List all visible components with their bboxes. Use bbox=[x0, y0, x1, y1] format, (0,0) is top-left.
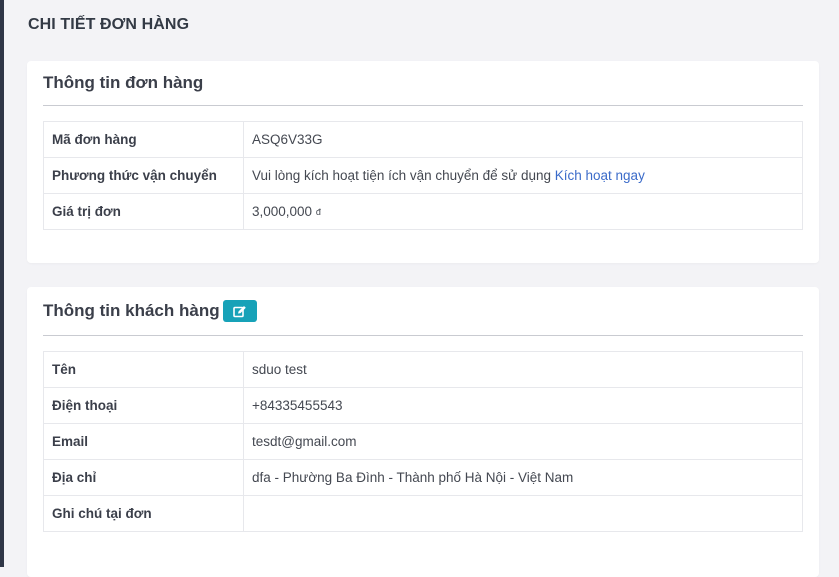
table-row: Email tesdt@gmail.com bbox=[43, 423, 803, 460]
order-info-table: Mã đơn hàng ASQ6V33G Phương thức vận chu… bbox=[43, 121, 803, 230]
customer-name-label: Tên bbox=[43, 351, 244, 388]
table-row: Địa chỉ dfa - Phường Ba Đình - Thành phố… bbox=[43, 459, 803, 496]
customer-info-title: Thông tin khách hàng bbox=[43, 301, 220, 320]
order-info-card: Thông tin đơn hàng Mã đơn hàng ASQ6V33G … bbox=[27, 61, 819, 263]
shipping-method-cell: Vui lòng kích hoạt tiện ích vận chuyển đ… bbox=[243, 157, 803, 194]
table-row: Ghi chú tại đơn bbox=[43, 495, 803, 532]
order-value-label: Giá trị đơn bbox=[43, 193, 244, 230]
order-code-value: ASQ6V33G bbox=[243, 121, 803, 158]
customer-info-header: Thông tin khách hàng bbox=[43, 287, 803, 336]
table-row: Giá trị đơn 3,000,000 đ bbox=[43, 193, 803, 230]
order-note-label: Ghi chú tại đơn bbox=[43, 495, 244, 532]
order-note-value bbox=[243, 495, 803, 532]
email-label: Email bbox=[43, 423, 244, 460]
table-row: Mã đơn hàng ASQ6V33G bbox=[43, 121, 803, 158]
sidebar-edge bbox=[0, 0, 4, 567]
order-info-header: Thông tin đơn hàng bbox=[43, 61, 803, 106]
shipping-method-label: Phương thức vận chuyển bbox=[43, 157, 244, 194]
customer-name-value: sduo test bbox=[243, 351, 803, 388]
table-row: Điện thoại +84335455543 bbox=[43, 387, 803, 424]
customer-info-card: Thông tin khách hàng Tên sduo test Điện … bbox=[27, 287, 819, 577]
phone-value: +84335455543 bbox=[243, 387, 803, 424]
shipping-method-value: Vui lòng kích hoạt tiện ích vận chuyển đ… bbox=[252, 168, 551, 183]
order-code-label: Mã đơn hàng bbox=[43, 121, 244, 158]
address-label: Địa chỉ bbox=[43, 459, 244, 496]
order-value-amount: 3,000,000 bbox=[252, 204, 313, 219]
page-title: CHI TIẾT ĐƠN HÀNG bbox=[28, 16, 190, 33]
address-value: dfa - Phường Ba Đình - Thành phố Hà Nội … bbox=[243, 459, 803, 496]
edit-customer-button[interactable] bbox=[222, 300, 257, 322]
table-row: Phương thức vận chuyển Vui lòng kích hoạ… bbox=[43, 157, 803, 194]
activate-now-link[interactable]: Kích hoạt ngay bbox=[555, 168, 645, 183]
customer-info-table: Tên sduo test Điện thoại +84335455543 Em… bbox=[43, 351, 803, 532]
order-info-title: Thông tin đơn hàng bbox=[43, 73, 204, 92]
email-value: tesdt@gmail.com bbox=[243, 423, 803, 460]
table-row: Tên sduo test bbox=[43, 351, 803, 388]
edit-icon bbox=[232, 305, 246, 317]
phone-label: Điện thoại bbox=[43, 387, 244, 424]
currency-symbol: đ bbox=[315, 207, 321, 217]
order-value-cell: 3,000,000 đ bbox=[243, 193, 803, 230]
